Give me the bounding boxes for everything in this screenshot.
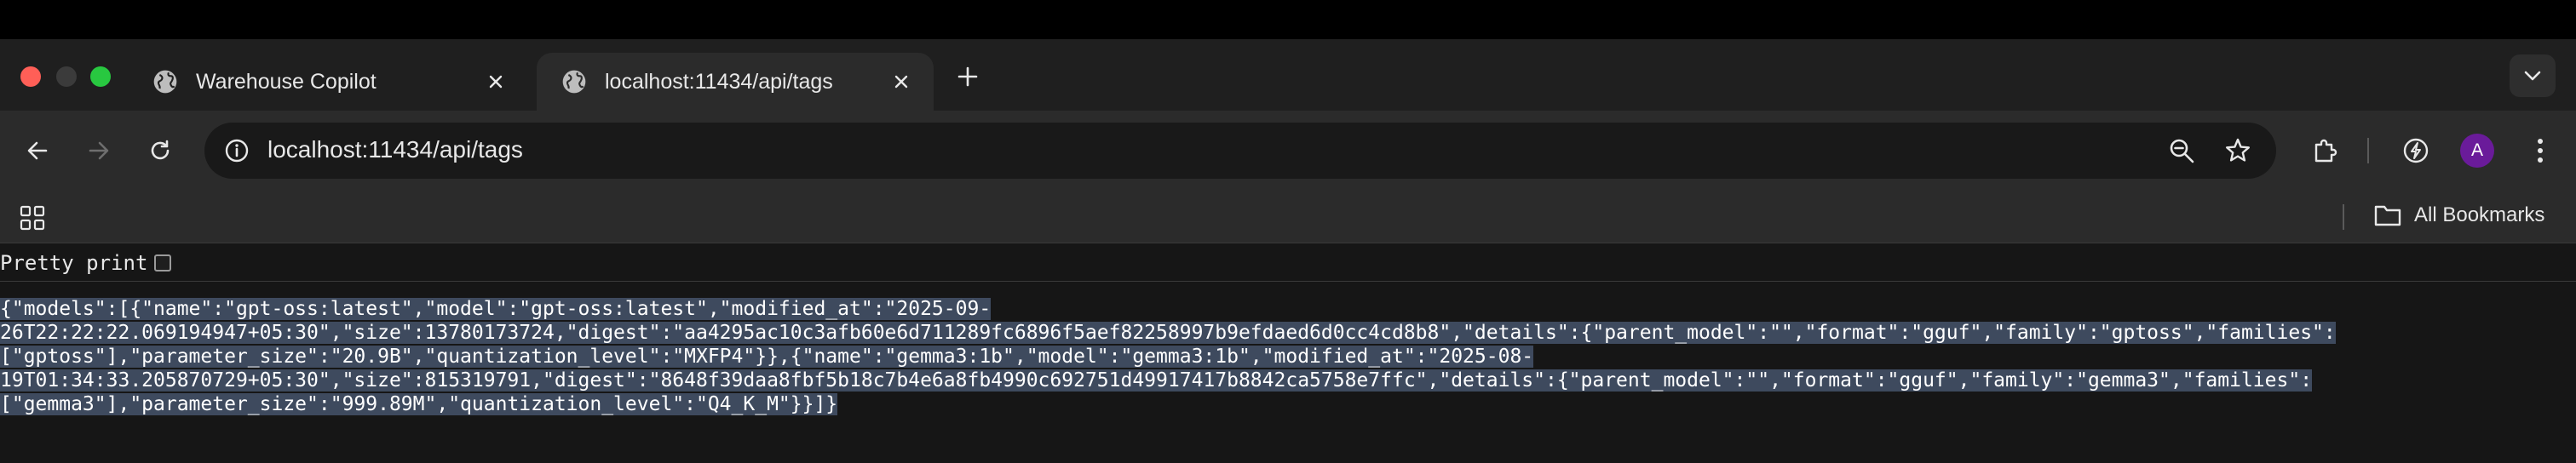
json-line: ["gemma3"],"parameter_size":"999.89M","q… bbox=[0, 393, 838, 415]
tab-api-tags[interactable]: localhost:11434/api/tags bbox=[537, 53, 934, 111]
globe-icon bbox=[153, 70, 177, 94]
profile-avatar[interactable]: A bbox=[2460, 134, 2494, 168]
speed-icon bbox=[2403, 138, 2429, 163]
apps-grid-icon[interactable] bbox=[19, 204, 46, 232]
browser-menu-button[interactable] bbox=[2523, 134, 2557, 168]
all-bookmarks-button[interactable]: All Bookmarks bbox=[2373, 203, 2544, 228]
tab-search-button[interactable] bbox=[2510, 54, 2556, 97]
chevron-down-icon bbox=[2524, 71, 2541, 81]
tab-warehouse-copilot[interactable]: Warehouse Copilot bbox=[128, 53, 528, 111]
json-response: {"models":[{"name":"gpt-oss:latest","mod… bbox=[0, 297, 2576, 416]
bookmark-star-icon[interactable] bbox=[2223, 136, 2252, 165]
json-line: {"models":[{"name":"gpt-oss:latest","mod… bbox=[0, 298, 992, 320]
performance-button[interactable] bbox=[2399, 134, 2433, 168]
zoom-out-icon[interactable] bbox=[2167, 136, 2196, 165]
window-zoom-button[interactable] bbox=[90, 66, 111, 87]
window-minimize-button[interactable] bbox=[56, 66, 77, 87]
forward-button[interactable] bbox=[80, 132, 118, 169]
window-top-edge bbox=[0, 0, 2576, 39]
reload-button[interactable] bbox=[141, 132, 179, 169]
pretty-print-control[interactable]: Pretty print bbox=[0, 250, 172, 276]
new-tab-button[interactable] bbox=[951, 60, 985, 94]
json-line: 26T22:22:22.069194947+05:30","size":1378… bbox=[0, 322, 2336, 344]
address-bar[interactable]: localhost:11434/api/tags bbox=[204, 123, 2276, 179]
globe-icon bbox=[562, 70, 586, 94]
toolbar-divider bbox=[2367, 138, 2369, 163]
tab-close-icon[interactable] bbox=[482, 68, 509, 95]
divider bbox=[0, 281, 2576, 282]
extensions-button[interactable] bbox=[2309, 134, 2343, 168]
url-text[interactable]: localhost:11434/api/tags bbox=[267, 136, 523, 163]
site-info-icon[interactable] bbox=[223, 137, 250, 164]
json-line: ["gptoss"],"parameter_size":"20.9B","qua… bbox=[0, 346, 1534, 368]
json-line: 19T01:34:33.205870729+05:30","size":8153… bbox=[0, 369, 2313, 392]
bookmarks-divider bbox=[2343, 204, 2344, 230]
pretty-print-label: Pretty print bbox=[0, 251, 148, 275]
puzzle-icon bbox=[2314, 139, 2337, 163]
bookmarks-bar: All Bookmarks bbox=[0, 191, 2576, 243]
folder-icon bbox=[2374, 205, 2401, 226]
window-close-button[interactable] bbox=[20, 66, 41, 87]
plus-icon bbox=[957, 66, 978, 87]
all-bookmarks-label: All Bookmarks bbox=[2414, 203, 2545, 226]
page-content: Pretty print {"models":[{"name":"gpt-oss… bbox=[0, 243, 2576, 463]
back-button[interactable] bbox=[19, 132, 56, 169]
more-vert-icon bbox=[2538, 139, 2543, 163]
arrow-right-icon bbox=[89, 141, 109, 160]
tab-close-icon[interactable] bbox=[888, 68, 915, 95]
pretty-print-checkbox[interactable] bbox=[154, 254, 172, 272]
tab-title: localhost:11434/api/tags bbox=[605, 69, 833, 94]
reload-icon bbox=[151, 140, 170, 160]
tab-title: Warehouse Copilot bbox=[196, 69, 377, 94]
arrow-left-icon bbox=[27, 141, 48, 160]
